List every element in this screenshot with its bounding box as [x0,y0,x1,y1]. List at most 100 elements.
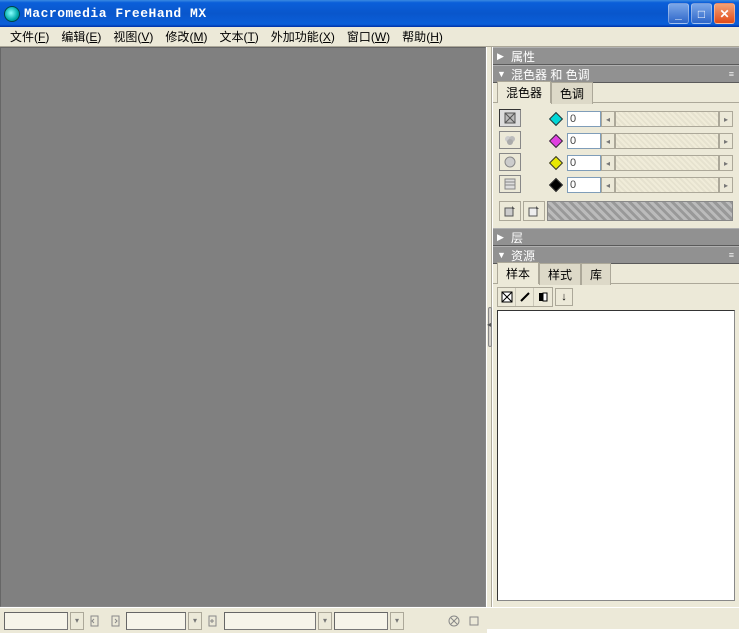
splitter-handle-icon[interactable] [488,307,492,347]
drawing-mode-field[interactable] [334,612,388,630]
chevron-down-icon: ↓ [561,291,567,303]
window-title: Macromedia FreeHand MX [24,6,668,21]
page-prev-icon [89,615,101,627]
swatch-fill-none-button[interactable] [498,288,516,306]
mixer-body: ◂ ▸ ◂ ▸ ◂ [493,103,739,225]
page-prev-button[interactable] [86,612,104,630]
assets-toolbar: ↓ [493,284,739,310]
swatches-list[interactable] [497,310,735,601]
current-color-well[interactable] [547,201,733,221]
expand-icon: ▶ [497,51,507,62]
tab-swatches[interactable]: 样本 [497,262,539,284]
minimize-button[interactable]: _ [668,3,689,24]
black-slider[interactable] [615,177,719,193]
black-dec-button[interactable]: ◂ [601,177,615,193]
cancel-render-button[interactable] [445,612,463,630]
menu-xtras[interactable]: 外加功能(X) [265,26,341,47]
menu-window[interactable]: 窗口(W) [341,26,396,47]
tab-tints[interactable]: 色调 [551,82,593,104]
stroke-icon [519,291,531,303]
cyan-value-input[interactable] [567,111,601,127]
slider-row-y: ◂ ▸ [551,153,733,173]
page-next-button[interactable] [106,612,124,630]
system-picker-icon [504,178,516,190]
magenta-slider[interactable] [615,133,719,149]
cyan-swatch-icon [549,112,563,126]
swatch-stroke-button[interactable] [516,288,534,306]
panel-options-icon[interactable]: ≡ [729,69,735,79]
menu-file[interactable]: 文件(F) [4,26,55,47]
page-next-icon [109,615,121,627]
menu-view[interactable]: 视图(V) [107,26,159,47]
magenta-dec-button[interactable]: ◂ [601,133,615,149]
swatch-options-dropdown[interactable]: ↓ [555,288,573,306]
panel-splitter[interactable] [486,47,492,607]
yellow-dec-button[interactable]: ◂ [601,155,615,171]
panel-header-properties[interactable]: ▶ 属性 [493,47,739,65]
cyan-inc-button[interactable]: ▸ [719,111,733,127]
info-button[interactable] [465,612,483,630]
menu-text[interactable]: 文本(T) [213,26,264,47]
drawing-mode-dropdown-button[interactable]: ▾ [390,612,404,630]
page-dropdown-button[interactable]: ▾ [188,612,202,630]
window-buttons: _ □ ✕ [668,3,739,24]
yellow-value-input[interactable] [567,155,601,171]
mixer-sliders: ◂ ▸ ◂ ▸ ◂ [551,109,733,197]
add-to-styles-button[interactable] [523,201,545,221]
units-dropdown-button[interactable]: ▾ [318,612,332,630]
panel-title-mixer: 混色器 和 色调 [511,66,590,83]
mode-rgb-button[interactable] [499,131,521,149]
black-swatch-icon [549,178,563,192]
cyan-dec-button[interactable]: ◂ [601,111,615,127]
statusbar: ▾ ▾ ▾ ▾ [0,607,487,633]
mixer-tabs: 混色器 色调 [493,85,739,103]
info-icon [468,615,480,627]
magenta-swatch-icon [549,134,563,148]
collapse-icon: ▼ [497,250,507,260]
yellow-slider[interactable] [615,155,719,171]
add-to-swatches-button[interactable] [499,201,521,221]
panel-options-icon[interactable]: ≡ [729,250,735,260]
add-style-icon [528,205,540,217]
panel-title-assets: 资源 [511,247,535,264]
menu-edit[interactable]: 编辑(E) [55,26,107,47]
add-page-icon [207,615,219,627]
slider-row-m: ◂ ▸ [551,131,733,151]
tab-styles[interactable]: 样式 [539,263,581,285]
cyan-slider[interactable] [615,111,719,127]
tab-mixer[interactable]: 混色器 [497,81,551,103]
page-field[interactable] [126,612,186,630]
assets-body: ↓ [493,284,739,607]
tab-library[interactable]: 库 [581,263,611,285]
magenta-inc-button[interactable]: ▸ [719,133,733,149]
maximize-button[interactable]: □ [691,3,712,24]
collapse-icon: ▼ [497,69,507,79]
zoom-dropdown-button[interactable]: ▾ [70,612,84,630]
mixer-mode-column [499,109,523,193]
panel-title-properties: 属性 [511,48,535,65]
titlebar: Macromedia FreeHand MX _ □ ✕ [0,0,739,27]
swatch-both-button[interactable] [534,288,552,306]
mode-sys-button[interactable] [499,175,521,193]
close-button[interactable]: ✕ [714,3,735,24]
mode-cmyk-button[interactable] [499,109,521,127]
magenta-value-input[interactable] [567,133,601,149]
cmyk-square-icon [504,112,516,124]
document-canvas[interactable] [0,47,486,607]
zoom-field[interactable] [4,612,68,630]
menu-help[interactable]: 帮助(H) [396,26,449,47]
hls-wheel-icon [504,156,516,168]
none-icon [501,291,513,303]
mode-hls-button[interactable] [499,153,521,171]
rgb-circles-icon [504,134,516,146]
expand-icon: ▶ [497,232,507,243]
panel-header-layers[interactable]: ▶ 层 [493,228,739,246]
add-page-button[interactable] [204,612,222,630]
assets-tabs: 样本 样式 库 [493,266,739,284]
add-swatch-icon [504,205,516,217]
yellow-inc-button[interactable]: ▸ [719,155,733,171]
black-value-input[interactable] [567,177,601,193]
units-field[interactable] [224,612,316,630]
black-inc-button[interactable]: ▸ [719,177,733,193]
menu-modify[interactable]: 修改(M) [159,26,213,47]
